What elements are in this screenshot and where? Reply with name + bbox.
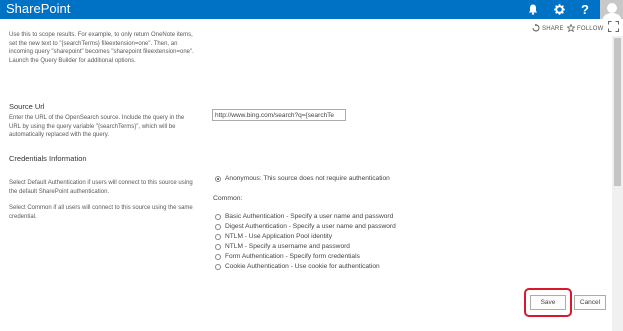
share-button[interactable]: SHARE xyxy=(532,23,564,34)
credentials-title: Credentials Information xyxy=(9,154,87,163)
source-url-description: Enter the URL of the OpenSearch source. … xyxy=(9,115,185,139)
credentials-default-description: Select Default Authentication if users w… xyxy=(9,180,193,195)
vertical-scrollbar[interactable] xyxy=(612,36,623,331)
settings-gear-icon[interactable] xyxy=(546,0,572,19)
suite-bar: SharePoint ? xyxy=(0,0,623,19)
star-icon xyxy=(566,23,576,34)
cancel-button[interactable]: Cancel xyxy=(574,295,606,310)
credentials-common-description: Select Common if all users will connect … xyxy=(9,205,193,220)
follow-button[interactable]: FOLLOW xyxy=(566,23,604,34)
radio-button[interactable] xyxy=(215,253,221,260)
save-button[interactable]: Save xyxy=(530,295,566,310)
user-avatar[interactable] xyxy=(600,0,623,19)
radio-button[interactable] xyxy=(215,213,221,220)
radio-label: NTLM - Use Application Pool identity xyxy=(225,233,333,240)
radio-label: Cookie Authentication - Use cookie for a… xyxy=(225,263,380,270)
basic-auth-radio-option[interactable]: Basic Authentication - Specify a user na… xyxy=(215,213,393,220)
radio-label: NTLM - Specify a username and password xyxy=(225,243,350,250)
notifications-bell-icon[interactable] xyxy=(520,0,546,19)
ntlm-app-pool-radio-option[interactable]: NTLM - Use Application Pool identity xyxy=(215,233,332,240)
anonymous-radio-option[interactable]: Anonymous: This source does not require … xyxy=(215,175,390,182)
source-url-input[interactable] xyxy=(212,109,346,121)
radio-label: Anonymous: This source does not require … xyxy=(225,175,390,182)
radio-label: Basic Authentication - Specify a user na… xyxy=(225,213,394,220)
digest-auth-radio-option[interactable]: Digest Authentication - Specify a user n… xyxy=(215,223,396,230)
source-url-title: Source Url xyxy=(9,102,45,111)
share-icon xyxy=(532,23,540,34)
follow-label: FOLLOW xyxy=(577,26,604,32)
radio-button[interactable] xyxy=(215,263,221,270)
avatar-head xyxy=(607,3,617,13)
cookie-auth-radio-option[interactable]: Cookie Authentication - Use cookie for a… xyxy=(215,263,380,270)
ntlm-credentials-radio-option[interactable]: NTLM - Specify a username and password xyxy=(215,243,350,250)
radio-button[interactable] xyxy=(215,233,221,240)
focus-mode-icon[interactable] xyxy=(608,21,619,32)
radio-button[interactable] xyxy=(215,175,221,182)
scrollbar-thumb[interactable] xyxy=(614,38,621,186)
help-icon[interactable]: ? xyxy=(572,0,598,19)
radio-button[interactable] xyxy=(215,223,221,230)
radio-label: Digest Authentication - Specify a user n… xyxy=(225,223,396,230)
avatar-body xyxy=(603,13,621,19)
share-label: SHARE xyxy=(542,26,564,32)
query-transform-description: Use this to scope results. For example, … xyxy=(9,32,194,64)
common-label: Common: xyxy=(213,195,243,202)
radio-button[interactable] xyxy=(215,243,221,250)
form-auth-radio-option[interactable]: Form Authentication - Specify form crede… xyxy=(215,253,360,260)
app-brand[interactable]: SharePoint xyxy=(6,1,70,16)
radio-label: Form Authentication - Specify form crede… xyxy=(225,253,360,260)
